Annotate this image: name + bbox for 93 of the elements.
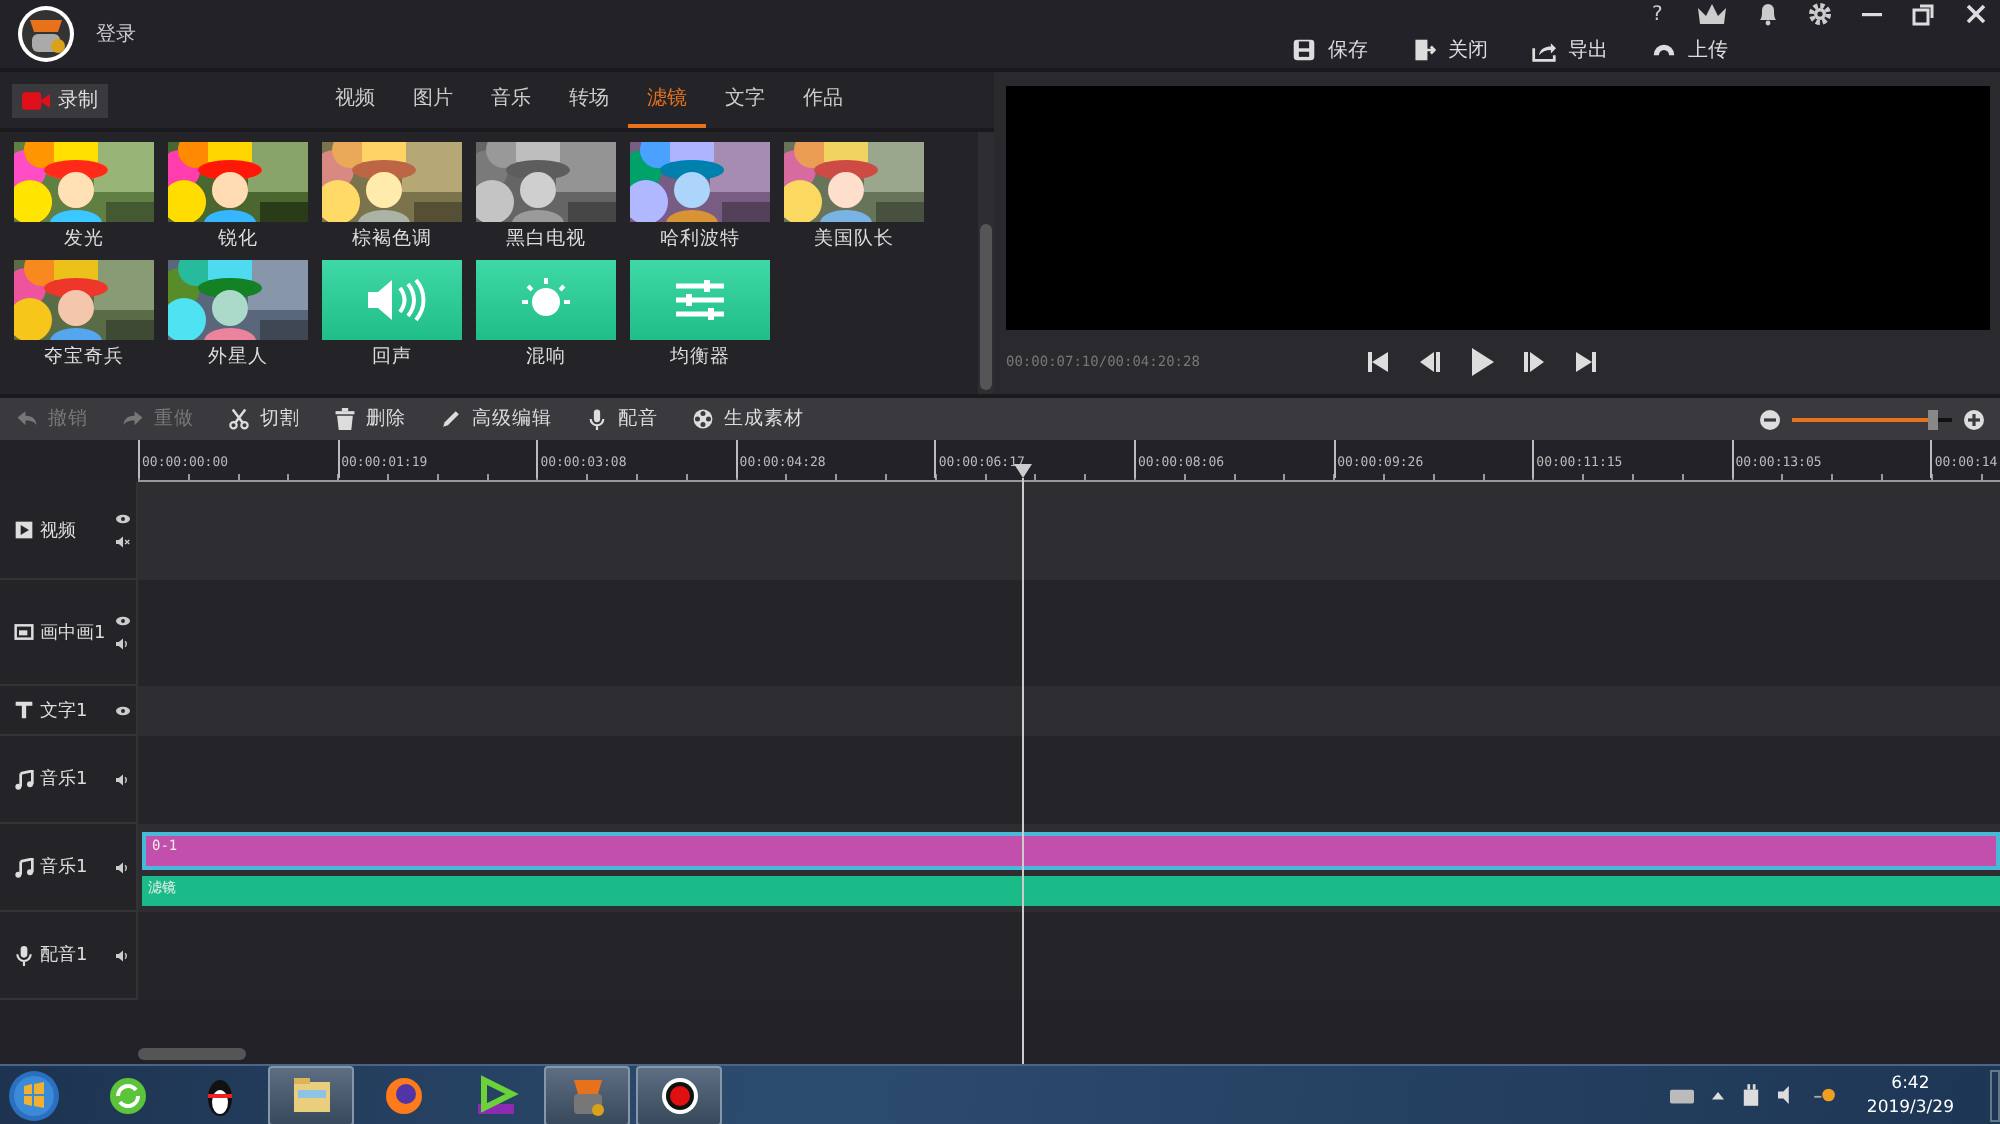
scrollbar-thumb[interactable]: [980, 224, 992, 390]
filter-label: 回声: [372, 344, 412, 372]
scissors-icon: [228, 408, 250, 430]
track-name: 画中画1: [40, 621, 106, 645]
zoom-out-icon[interactable]: [1760, 409, 1780, 429]
skip-end-icon[interactable]: [1574, 350, 1598, 375]
clock-date: 2019/3/29: [1866, 1095, 1954, 1119]
close-button[interactable]: 关闭: [1412, 36, 1488, 64]
track-name: 音乐1: [40, 767, 88, 792]
voice-button[interactable]: 配音: [586, 406, 658, 432]
bell-icon[interactable]: [1756, 2, 1780, 26]
close-icon[interactable]: [1964, 2, 1988, 26]
pencil-icon: [440, 408, 462, 430]
play-box-icon: [14, 520, 34, 540]
film-reel-icon: [692, 408, 714, 430]
play-icon[interactable]: [1470, 348, 1494, 377]
save-button[interactable]: 保存: [1292, 36, 1368, 64]
tab[interactable]: 转场: [550, 72, 628, 128]
microphone-icon: [586, 408, 608, 430]
keyboard-icon[interactable]: [1670, 1086, 1695, 1104]
tab[interactable]: 滤镜: [628, 72, 706, 128]
zoom-in-icon[interactable]: [1964, 409, 1984, 429]
filter-label: 黑白电视: [506, 226, 586, 254]
speaker-icon[interactable]: [116, 773, 130, 785]
filter-label: 夺宝奇兵: [44, 344, 124, 372]
tab[interactable]: 图片: [394, 72, 472, 128]
effect-tile[interactable]: [476, 260, 616, 340]
skip-start-icon[interactable]: [1366, 350, 1390, 375]
show-desktop-button[interactable]: [1990, 1069, 2000, 1121]
effect-tile[interactable]: [630, 260, 770, 340]
track-name: 配音1: [40, 943, 88, 968]
slider-thumb[interactable]: [1928, 409, 1939, 429]
text-icon: [14, 700, 34, 720]
playhead[interactable]: [1014, 464, 1033, 1064]
filter-label: 发光: [64, 226, 104, 254]
filter-label: 锐化: [218, 226, 258, 254]
exit-door-icon: [1412, 38, 1436, 62]
filter-label: 均衡器: [670, 344, 730, 372]
track-name: 视频: [40, 519, 76, 543]
effect-tile[interactable]: [322, 260, 462, 340]
clock-time: 6:42: [1891, 1071, 1930, 1095]
eye-icon[interactable]: [116, 705, 130, 715]
tab[interactable]: 视频: [316, 72, 394, 128]
undo-icon: [16, 408, 38, 430]
edit-button[interactable]: 高级编辑: [440, 406, 552, 432]
share-icon: [1532, 38, 1556, 62]
redo-icon: [122, 408, 144, 430]
delete-button[interactable]: 删除: [334, 406, 406, 432]
save-icon: [1292, 38, 1316, 62]
power-plug-icon[interactable]: [1742, 1084, 1761, 1106]
filter-label: 外星人: [208, 344, 268, 372]
muted-speaker-icon[interactable]: [116, 535, 130, 547]
start-orb-icon[interactable]: [8, 1069, 60, 1121]
help-button[interactable]: ?: [1652, 3, 1668, 25]
horizontal-scrollbar-thumb[interactable]: [138, 1048, 246, 1060]
speaker-icon[interactable]: [116, 861, 130, 873]
eye-icon[interactable]: [116, 615, 130, 625]
tab[interactable]: 文字: [706, 72, 784, 128]
caret-up-icon[interactable]: [1712, 1090, 1725, 1100]
restore-icon[interactable]: [1912, 2, 1936, 26]
upload-button[interactable]: 上传: [1652, 36, 1728, 64]
export-button[interactable]: 导出: [1532, 36, 1608, 64]
filter-label: 哈利波特: [660, 226, 740, 254]
camera-icon: [22, 91, 50, 109]
eye-icon[interactable]: [116, 513, 130, 523]
speaker-icon[interactable]: [116, 637, 130, 649]
app-logo-icon: [16, 4, 76, 64]
record-button[interactable]: 录制: [12, 83, 108, 117]
music-note-icon: [14, 857, 34, 877]
taskbar-button[interactable]: [268, 1065, 354, 1124]
picture-in-picture-icon: [14, 622, 34, 642]
tab[interactable]: 作品: [784, 72, 862, 128]
trash-icon: [334, 408, 356, 430]
filter-label: 美国队长: [814, 226, 894, 254]
step-forward-icon[interactable]: [1522, 350, 1546, 375]
microphone-icon: [14, 945, 34, 965]
track-name: 音乐1: [40, 855, 88, 880]
playhead-marker-icon: [1014, 464, 1033, 478]
music-note-icon: [14, 769, 34, 789]
crown-icon[interactable]: [1696, 2, 1728, 26]
zoom-slider[interactable]: [1792, 409, 1952, 429]
cut-button[interactable]: 切割: [228, 406, 300, 432]
tab[interactable]: 音乐: [472, 72, 550, 128]
network-icon[interactable]: [1814, 1086, 1837, 1104]
filter-label: 棕褐色调: [352, 226, 432, 254]
track-name: 文字1: [40, 699, 88, 723]
login-link[interactable]: 登录: [96, 20, 136, 48]
taskbar-button[interactable]: [636, 1065, 722, 1124]
filter-label: 混响: [526, 344, 566, 372]
generate-button[interactable]: 生成素材: [692, 406, 804, 432]
speaker-icon[interactable]: [116, 949, 130, 961]
settings-icon[interactable]: [1808, 2, 1832, 26]
step-back-icon[interactable]: [1418, 350, 1442, 375]
